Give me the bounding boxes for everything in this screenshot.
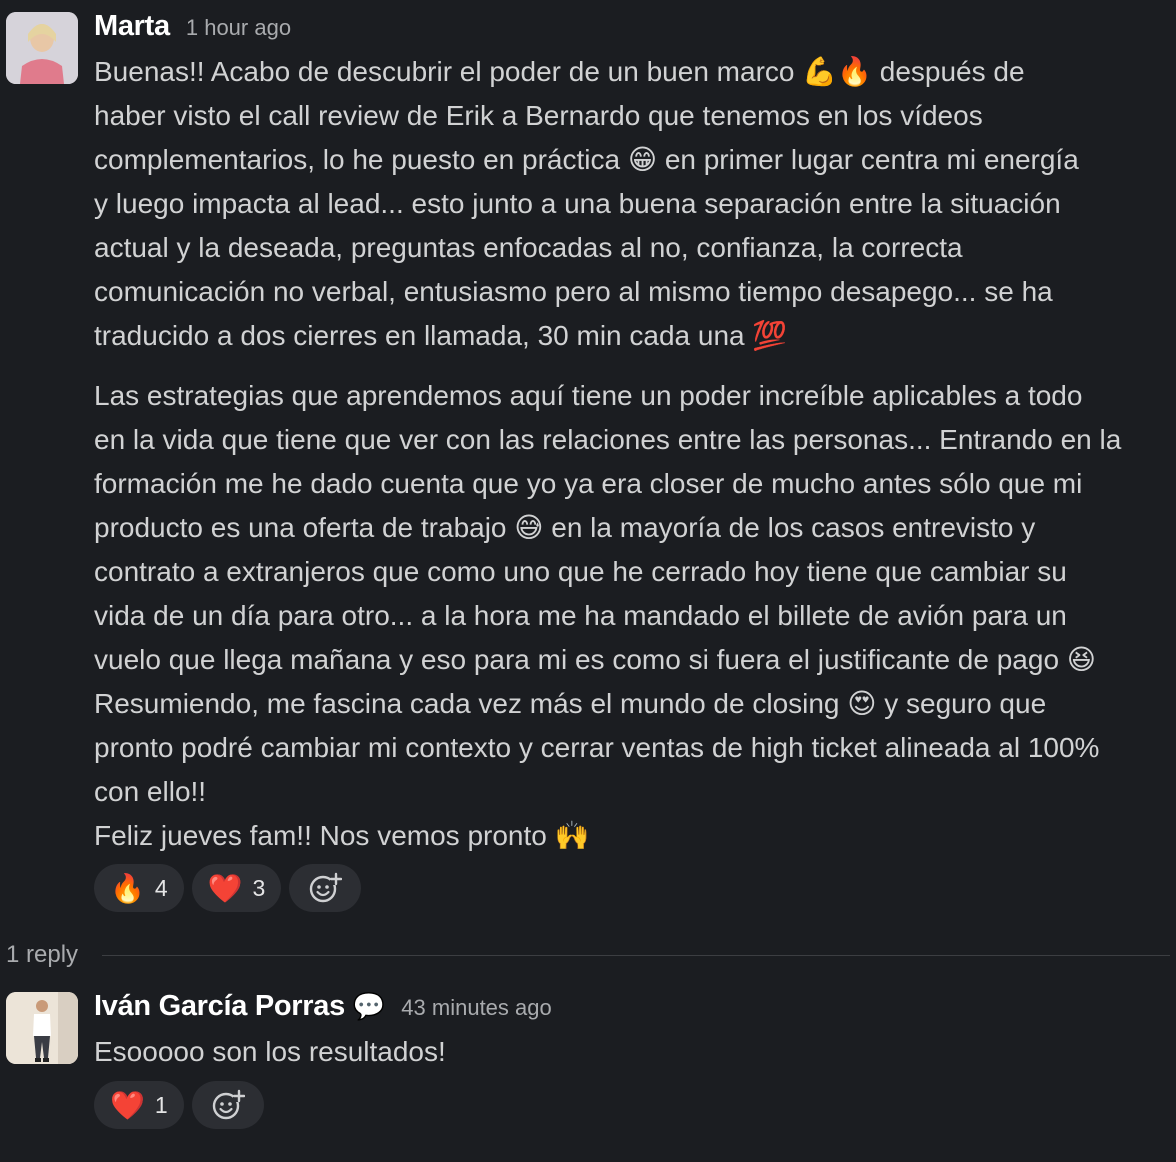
- message-line: Resumiendo, me fascina cada vez más el m…: [94, 688, 1047, 719]
- reaction-heart[interactable]: ❤️ 3: [191, 864, 282, 912]
- reply-body: Esooooo son los resultados!: [94, 1030, 1170, 1074]
- timestamp[interactable]: 1 hour ago: [186, 15, 291, 41]
- message-line: traducido a dos cierres en llamada, 30 m…: [94, 320, 788, 351]
- reaction-heart[interactable]: ❤️ 1: [94, 1081, 184, 1129]
- add-emoji-icon: [212, 1089, 245, 1120]
- message-line: pronto podré cambiar mi contexto y cerra…: [94, 732, 1100, 763]
- message-line: en la vida que tiene que ver con las rel…: [94, 424, 1122, 455]
- author-name[interactable]: Iván García Porras: [94, 990, 345, 1023]
- replies-count[interactable]: 1 reply: [6, 941, 78, 969]
- message-line: complementarios, lo he puesto en práctic…: [94, 144, 1079, 175]
- message-paragraph: Buenas!! Acabo de descubrir el poder de …: [94, 50, 1170, 358]
- speech-bubble-icon: 💬: [352, 992, 386, 1022]
- divider: [102, 954, 1170, 956]
- reactions-bar: ❤️ 1: [94, 1081, 264, 1129]
- message-line: producto es una oferta de trabajo 😅 en l…: [94, 512, 1036, 543]
- message-line: vida de un día para otro... a la hora me…: [94, 600, 1067, 631]
- message-line: Buenas!! Acabo de descubrir el poder de …: [94, 56, 1025, 87]
- add-emoji-icon: [310, 872, 343, 903]
- message-line: actual y la deseada, preguntas enfocadas…: [94, 232, 963, 263]
- message-line: y luego impacta al lead... esto junto a …: [94, 188, 1061, 219]
- message-line: formación me he dado cuenta que yo ya er…: [94, 468, 1083, 499]
- avatar-photo: [6, 992, 78, 1064]
- timestamp[interactable]: 43 minutes ago: [401, 995, 551, 1021]
- reaction-fire[interactable]: 🔥 4: [94, 864, 184, 912]
- reaction-count: 1: [154, 1091, 168, 1118]
- reaction-count: 3: [252, 874, 266, 901]
- avatar[interactable]: [6, 12, 78, 84]
- author-name[interactable]: Marta: [94, 10, 170, 43]
- message-line: haber visto el call review de Erik a Ber…: [94, 100, 983, 131]
- message-line: contrato a extranjeros que como uno que …: [94, 556, 1067, 587]
- message-line: comunicación no verbal, entusiasmo pero …: [94, 276, 1053, 307]
- avatar-photo: [6, 12, 78, 84]
- heart-icon: ❤️: [110, 1088, 145, 1122]
- message-paragraph: Las estrategias que aprendemos aquí tien…: [94, 374, 1170, 858]
- reply-header: Iván García Porras 💬 43 minutes ago: [94, 990, 552, 1023]
- fire-icon: 🔥: [110, 871, 145, 905]
- message-line: vuelo que llega mañana y eso para mi es …: [94, 644, 1096, 675]
- avatar[interactable]: [6, 992, 78, 1064]
- add-reaction-button[interactable]: [289, 864, 362, 912]
- message-line: Feliz jueves fam!! Nos vemos pronto 🙌: [94, 820, 590, 851]
- message-body: Buenas!! Acabo de descubrir el poder de …: [94, 50, 1170, 874]
- thread-replies-divider: 1 reply: [6, 938, 1170, 972]
- add-reaction-button[interactable]: [191, 1081, 264, 1129]
- message-line: Las estrategias que aprendemos aquí tien…: [94, 380, 1083, 411]
- reaction-count: 4: [154, 874, 168, 901]
- heart-icon: ❤️: [207, 871, 243, 905]
- message-header: Marta 1 hour ago: [94, 10, 291, 43]
- message-line: Esooooo son los resultados!: [94, 1036, 446, 1067]
- reactions-bar: 🔥 4 ❤️ 3: [94, 864, 362, 912]
- message-line: con ello!!: [94, 776, 207, 807]
